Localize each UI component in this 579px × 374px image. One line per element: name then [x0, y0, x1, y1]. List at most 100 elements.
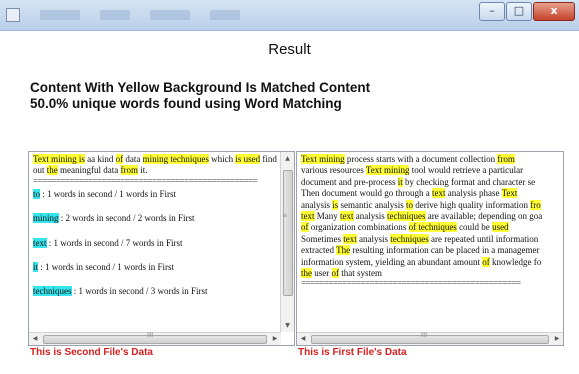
text-segment: analysis: [353, 211, 387, 222]
text-line: Sometimes text analysis techniques are r…: [301, 233, 553, 245]
matched-text: text: [340, 211, 354, 222]
result-window-content: Result Content With Yellow Background Is…: [0, 31, 579, 374]
text-segment: information system, yielding an abundant…: [301, 256, 483, 267]
matched-text: from: [120, 165, 138, 176]
matched-text: mining techniques: [142, 154, 209, 164]
grip-icon: ≡: [282, 212, 288, 219]
text-segment: which: [208, 154, 236, 164]
text-segment: could be: [456, 222, 493, 233]
matched-text: of: [331, 268, 339, 279]
matched-text: techniques: [390, 233, 429, 244]
text-line: the user of that system: [301, 268, 553, 279]
matched-text: The: [336, 245, 351, 256]
scroll-thumb[interactable]: [311, 335, 549, 344]
scroll-down-icon[interactable]: ▼: [281, 319, 294, 332]
scroll-thumb[interactable]: [283, 170, 293, 296]
text-segment: Then document would go through a: [301, 188, 432, 199]
match-word: techniques: [33, 286, 72, 297]
matched-text: text: [343, 233, 357, 244]
list-item: to : 1 words in second / 1 words in Firs…: [33, 188, 283, 200]
matched-text: text: [301, 211, 315, 222]
vertical-scrollbar[interactable]: ▲ ≡ ▼: [280, 152, 294, 332]
text-line: various resources Text mining tool would…: [301, 165, 553, 176]
match-list: to : 1 words in second / 1 words in Firs…: [33, 188, 283, 298]
scroll-right-icon[interactable]: ▶: [551, 333, 563, 345]
text-segment: data: [123, 154, 143, 164]
scroll-left-icon[interactable]: ◀: [297, 333, 309, 345]
matched-text: to: [406, 199, 414, 210]
text-segment: process starts with a document collectio…: [344, 154, 498, 164]
text-segment: it.: [138, 165, 148, 176]
text-segment: that system: [339, 268, 382, 279]
list-item: techniques : 1 words in second / 3 words…: [33, 286, 283, 297]
horizontal-scrollbar[interactable]: ◀ III ▶: [297, 331, 563, 345]
grip-icon: III: [421, 331, 428, 339]
text-segment: document and pre-process: [301, 176, 398, 187]
text-segment: semantic analysis: [338, 199, 406, 210]
matched-text: of: [301, 222, 309, 233]
second-file-content: Text mining is aa kind of data mining te…: [33, 154, 283, 298]
first-file-content: Text mining process starts with a docume…: [301, 154, 553, 288]
matched-text: the: [46, 165, 58, 176]
separator: ========================================…: [33, 176, 258, 186]
text-segment: various resources: [301, 165, 366, 176]
matched-text: techniques: [387, 211, 426, 222]
titlebar-blur: [100, 10, 130, 20]
text-segment: by checking format and character se: [402, 176, 536, 187]
window-controls: – □ x: [479, 2, 575, 21]
matched-text: of: [482, 256, 490, 267]
titlebar-blur: [150, 10, 190, 20]
scroll-right-icon[interactable]: ▶: [269, 333, 281, 345]
matched-text: Text mining: [365, 165, 410, 176]
first-file-panel[interactable]: Text mining process starts with a docume…: [296, 151, 564, 346]
list-item: it : 1 words in second / 1 words in Firs…: [33, 262, 283, 273]
page-title: Result: [268, 41, 311, 58]
text-line: information system, yielding an abundant…: [301, 256, 553, 268]
text-segment: analysis phase: [445, 188, 502, 199]
text-segment: tool would retrieve a particular: [409, 165, 524, 176]
minimize-button[interactable]: –: [479, 2, 505, 21]
matched-text: used: [492, 222, 509, 233]
text-segment: Many: [314, 211, 340, 222]
text-segment: resulting information can be placed in a…: [350, 245, 540, 256]
match-summary: 50.0% unique words found using Word Matc…: [30, 96, 342, 111]
second-file-panel[interactable]: Text mining is aa kind of data mining te…: [28, 151, 295, 346]
text-line: analysis is semantic analysis to derive …: [301, 199, 553, 211]
scroll-up-icon[interactable]: ▲: [281, 152, 294, 165]
text-segment: are repeated until information: [428, 233, 539, 244]
text-segment: meaningful data: [57, 165, 121, 176]
match-word: text: [33, 237, 47, 248]
matched-text: Text: [501, 188, 518, 199]
text-line: document and pre-process it by checking …: [301, 176, 553, 188]
text-line: Text mining process starts with a docume…: [301, 154, 553, 165]
horizontal-scrollbar[interactable]: ◀ III ▶: [29, 331, 281, 345]
text-line: text Many text analysis techniques are a…: [301, 211, 553, 222]
match-count: : 1 words in second / 7 words in First: [46, 237, 183, 248]
second-file-text: Text mining is aa kind of data mining te…: [33, 154, 283, 177]
titlebar-blur: [40, 10, 80, 20]
text-line: Then document would go through a text an…: [301, 188, 553, 199]
matched-text: Text mining is: [33, 154, 85, 164]
second-file-caption: This is Second File's Data: [30, 347, 153, 358]
matched-text: is used: [235, 154, 261, 164]
text-segment: extracted: [301, 245, 337, 256]
text-segment: organization combinations: [308, 222, 409, 233]
matched-text: Text mining: [301, 154, 345, 164]
match-count: : 1 words in second / 1 words in First: [40, 188, 177, 199]
match-word: mining: [33, 213, 59, 224]
maximize-button[interactable]: □: [506, 2, 532, 21]
matched-text: from: [497, 154, 515, 164]
matched-text: fro: [530, 199, 541, 210]
text-segment: analysis: [301, 199, 333, 210]
text-segment: user: [312, 268, 332, 279]
scroll-left-icon[interactable]: ◀: [29, 333, 41, 345]
text-line: of organization combinations of techniqu…: [301, 222, 553, 233]
text-segment: knowledge fo: [489, 256, 542, 267]
titlebar-blur: [210, 10, 240, 20]
scroll-thumb[interactable]: [43, 335, 267, 344]
close-button[interactable]: x: [533, 2, 575, 21]
text-segment: derive high quality information: [413, 199, 531, 210]
text-segment: analysis: [356, 233, 391, 244]
app-icon: [6, 8, 20, 22]
match-word: to: [33, 188, 41, 199]
